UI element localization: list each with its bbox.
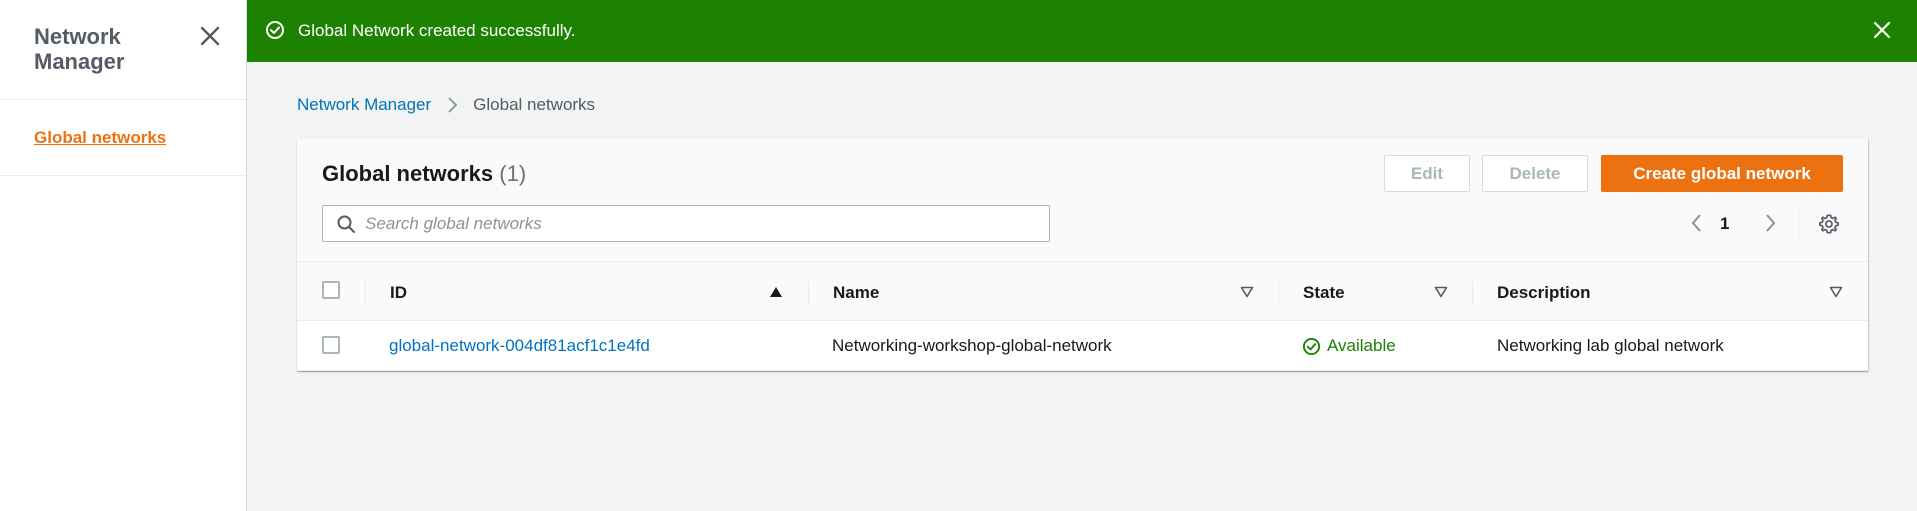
column-divider: [365, 281, 366, 305]
search-field[interactable]: [322, 205, 1050, 242]
status-text: Available: [1327, 336, 1396, 355]
sort-ascending-icon[interactable]: [768, 285, 784, 299]
close-icon[interactable]: [198, 24, 222, 48]
sort-icon[interactable]: [1239, 285, 1255, 299]
edit-button[interactable]: Edit: [1384, 155, 1470, 192]
column-header-id[interactable]: ID: [390, 283, 407, 303]
panel-count: (1): [499, 161, 527, 186]
delete-button[interactable]: Delete: [1482, 155, 1588, 192]
table-header: ID Name State Description: [297, 261, 1868, 321]
chevron-right-icon[interactable]: [1760, 212, 1780, 234]
panel-header: Global networks (1) Edit Delete Create g…: [297, 139, 1868, 261]
network-id-link[interactable]: global-network-004df81acf1c1e4fd: [389, 336, 650, 356]
chevron-right-icon: [448, 97, 458, 113]
status-available-icon: [1302, 337, 1321, 355]
search-input[interactable]: [365, 206, 1035, 241]
row-checkbox[interactable]: [322, 336, 340, 354]
panel-title-text: Global networks: [322, 161, 494, 186]
success-flash-banner: Global Network created successfully.: [247, 0, 1917, 62]
sort-icon[interactable]: [1433, 285, 1449, 299]
chevron-left-icon[interactable]: [1687, 212, 1707, 234]
sidebar-item-global-networks[interactable]: Global networks: [34, 128, 166, 148]
sidebar-title: Network Manager: [34, 24, 125, 74]
column-header-state[interactable]: State: [1303, 283, 1345, 303]
pagination-page-number[interactable]: 1: [1720, 214, 1729, 234]
status-badge: Available: [1302, 336, 1396, 356]
sort-icon[interactable]: [1828, 285, 1844, 299]
breadcrumb-current: Global networks: [473, 95, 596, 114]
column-header-description[interactable]: Description: [1497, 283, 1591, 303]
search-icon: [337, 215, 355, 233]
close-icon[interactable]: [1872, 20, 1892, 40]
create-global-network-button[interactable]: Create global network: [1601, 155, 1843, 192]
panel-title: Global networks (1): [322, 161, 526, 187]
table-row[interactable]: global-network-004df81acf1c1e4fd Network…: [297, 321, 1868, 371]
breadcrumb: Network Manager Global networks: [297, 95, 595, 115]
sidebar-nav: Global networks: [0, 100, 246, 176]
check-circle-icon: [266, 21, 284, 39]
column-divider: [1472, 281, 1473, 305]
breadcrumb-link-network-manager[interactable]: Network Manager: [297, 95, 431, 115]
column-divider: [1278, 281, 1279, 305]
network-name: Networking-workshop-global-network: [832, 336, 1112, 355]
gear-icon[interactable]: [1818, 213, 1840, 235]
network-description: Networking lab global network: [1497, 336, 1724, 355]
column-header-name[interactable]: Name: [833, 283, 879, 303]
sidebar-header: Network Manager: [0, 0, 246, 100]
global-networks-table-panel: Global networks (1) Edit Delete Create g…: [297, 139, 1868, 371]
column-divider: [808, 281, 809, 305]
divider: [1798, 205, 1799, 242]
side-navigation: Network Manager Global networks: [0, 0, 247, 511]
flash-message: Global Network created successfully.: [298, 21, 576, 40]
select-all-checkbox[interactable]: [322, 281, 340, 299]
